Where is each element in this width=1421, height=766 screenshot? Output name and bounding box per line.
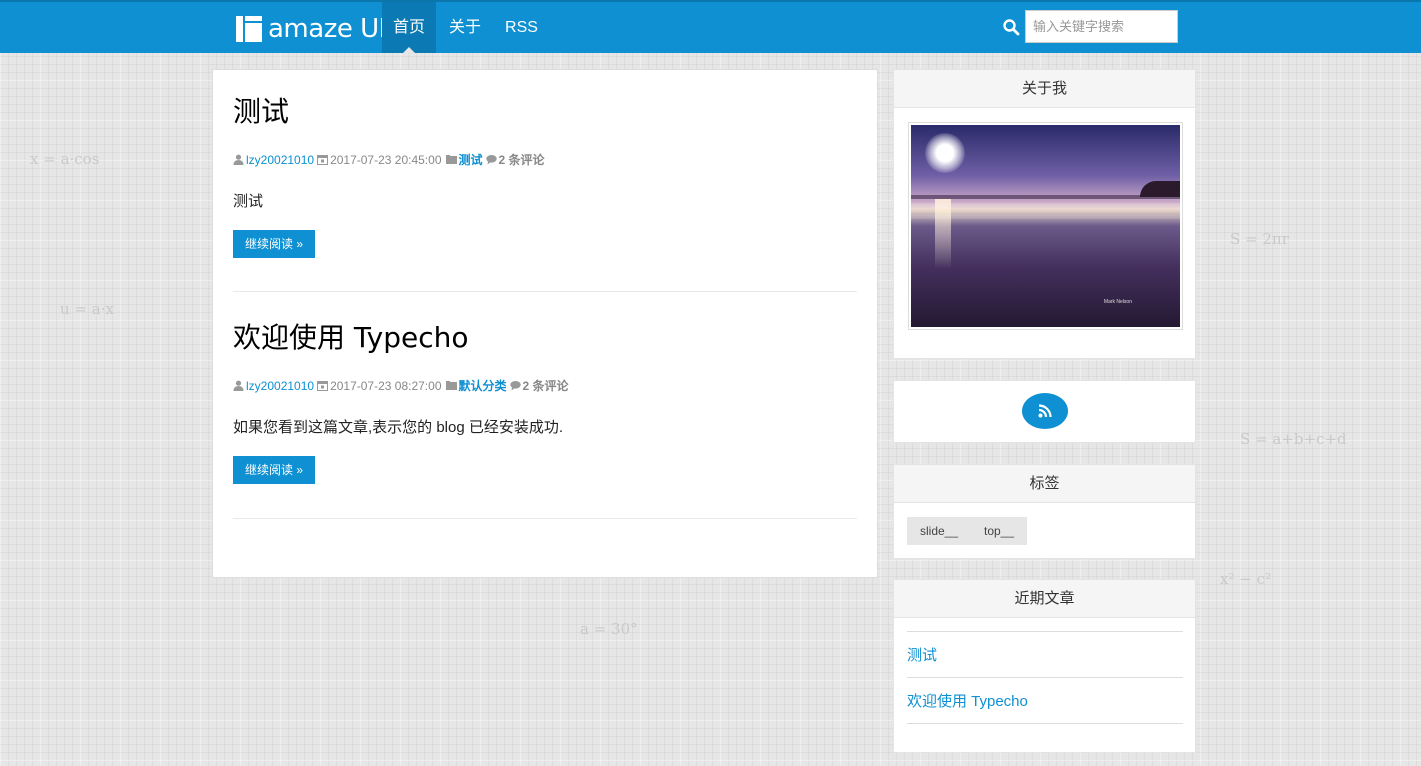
post-date: 2017-07-23 20:45:00: [330, 152, 442, 167]
background-sketch: x = a·cos: [30, 150, 100, 168]
background-sketch: S = 2πr: [1230, 230, 1289, 248]
recent-posts-list: 测试 欢迎使用 Typecho: [907, 631, 1183, 724]
folder-icon: [445, 381, 457, 390]
main-nav: 首页 关于 RSS: [382, 2, 551, 53]
recent-post-link[interactable]: 测试: [907, 632, 1183, 678]
recent-posts-widget: 近期文章 测试 欢迎使用 Typecho: [893, 579, 1196, 753]
post-divider: [233, 291, 857, 292]
post-title[interactable]: 测试: [233, 90, 857, 130]
nav-item-about[interactable]: 关于: [438, 2, 492, 53]
recent-post-link[interactable]: 欢迎使用 Typecho: [907, 678, 1183, 724]
tag-item[interactable]: top__: [971, 517, 1028, 545]
post-author[interactable]: lzy20021010: [246, 153, 314, 167]
search-input[interactable]: [1025, 10, 1178, 43]
about-photo: Mark Nelson: [908, 122, 1183, 330]
tag-item[interactable]: slide__: [907, 517, 972, 545]
site-logo[interactable]: amaze UI: [236, 14, 386, 44]
top-navbar: amaze UI 首页 关于 RSS: [0, 0, 1421, 53]
read-more-button[interactable]: 继续阅读 »: [233, 456, 316, 484]
rss-button[interactable]: [1022, 393, 1068, 429]
background-sketch: u = a·x: [60, 300, 114, 318]
tags-title: 标签: [894, 465, 1195, 503]
user-icon: [233, 380, 244, 391]
search-box: [1002, 10, 1178, 43]
post-date: 2017-07-23 08:27:00: [330, 378, 442, 393]
post-comments[interactable]: 2 条评论: [499, 151, 545, 168]
post-list-panel: 测试 lzy20021010 2017-07-23 20:45:00 测试 2 …: [212, 69, 878, 578]
post-excerpt: 如果您看到这篇文章,表示您的 blog 已经安装成功.: [233, 419, 564, 436]
recent-title: 近期文章: [894, 580, 1195, 618]
nav-item-home[interactable]: 首页: [382, 2, 437, 53]
post-excerpt: 测试: [233, 193, 264, 210]
post-category[interactable]: 测试: [459, 151, 483, 168]
post-meta: lzy20021010 2017-07-23 08:27:00 默认分类 2 条…: [233, 377, 857, 394]
tags-widget: 标签 slide__ top__: [893, 464, 1196, 559]
post-meta: lzy20021010 2017-07-23 20:45:00 测试 2 条评论: [233, 151, 857, 168]
background-sketch: S = a+b+c+d: [1240, 430, 1347, 448]
search-icon[interactable]: [1002, 18, 1020, 36]
post-comments[interactable]: 2 条评论: [523, 377, 569, 394]
sunset-beach-image: Mark Nelson: [911, 125, 1180, 327]
about-widget: 关于我 Mark Nelson: [893, 69, 1196, 359]
photo-caption: Mark Nelson: [1103, 299, 1132, 305]
post-item: 欢迎使用 Typecho lzy20021010 2017-07-23 08:2…: [233, 316, 857, 484]
calendar-icon: [317, 381, 329, 391]
post-author[interactable]: lzy20021010: [246, 379, 314, 393]
folder-icon: [445, 155, 457, 164]
background-sketch: x² − c²: [1220, 570, 1271, 588]
rss-widget: [893, 380, 1196, 443]
post-divider: [233, 518, 857, 519]
rss-icon: [1038, 404, 1052, 418]
logo-mark-icon: [236, 16, 262, 42]
about-title: 关于我: [894, 70, 1195, 108]
post-category[interactable]: 默认分类: [459, 377, 507, 394]
background-sketch: a = 30°: [580, 620, 638, 638]
nav-item-rss[interactable]: RSS: [494, 2, 549, 53]
read-more-button[interactable]: 继续阅读 »: [233, 230, 316, 258]
post-item: 测试 lzy20021010 2017-07-23 20:45:00 测试 2 …: [233, 90, 857, 258]
comment-icon: [485, 155, 497, 165]
user-icon: [233, 154, 244, 165]
logo-text: amaze UI: [268, 14, 386, 44]
calendar-icon: [317, 155, 329, 165]
post-title[interactable]: 欢迎使用 Typecho: [233, 316, 857, 356]
comment-icon: [509, 381, 521, 391]
